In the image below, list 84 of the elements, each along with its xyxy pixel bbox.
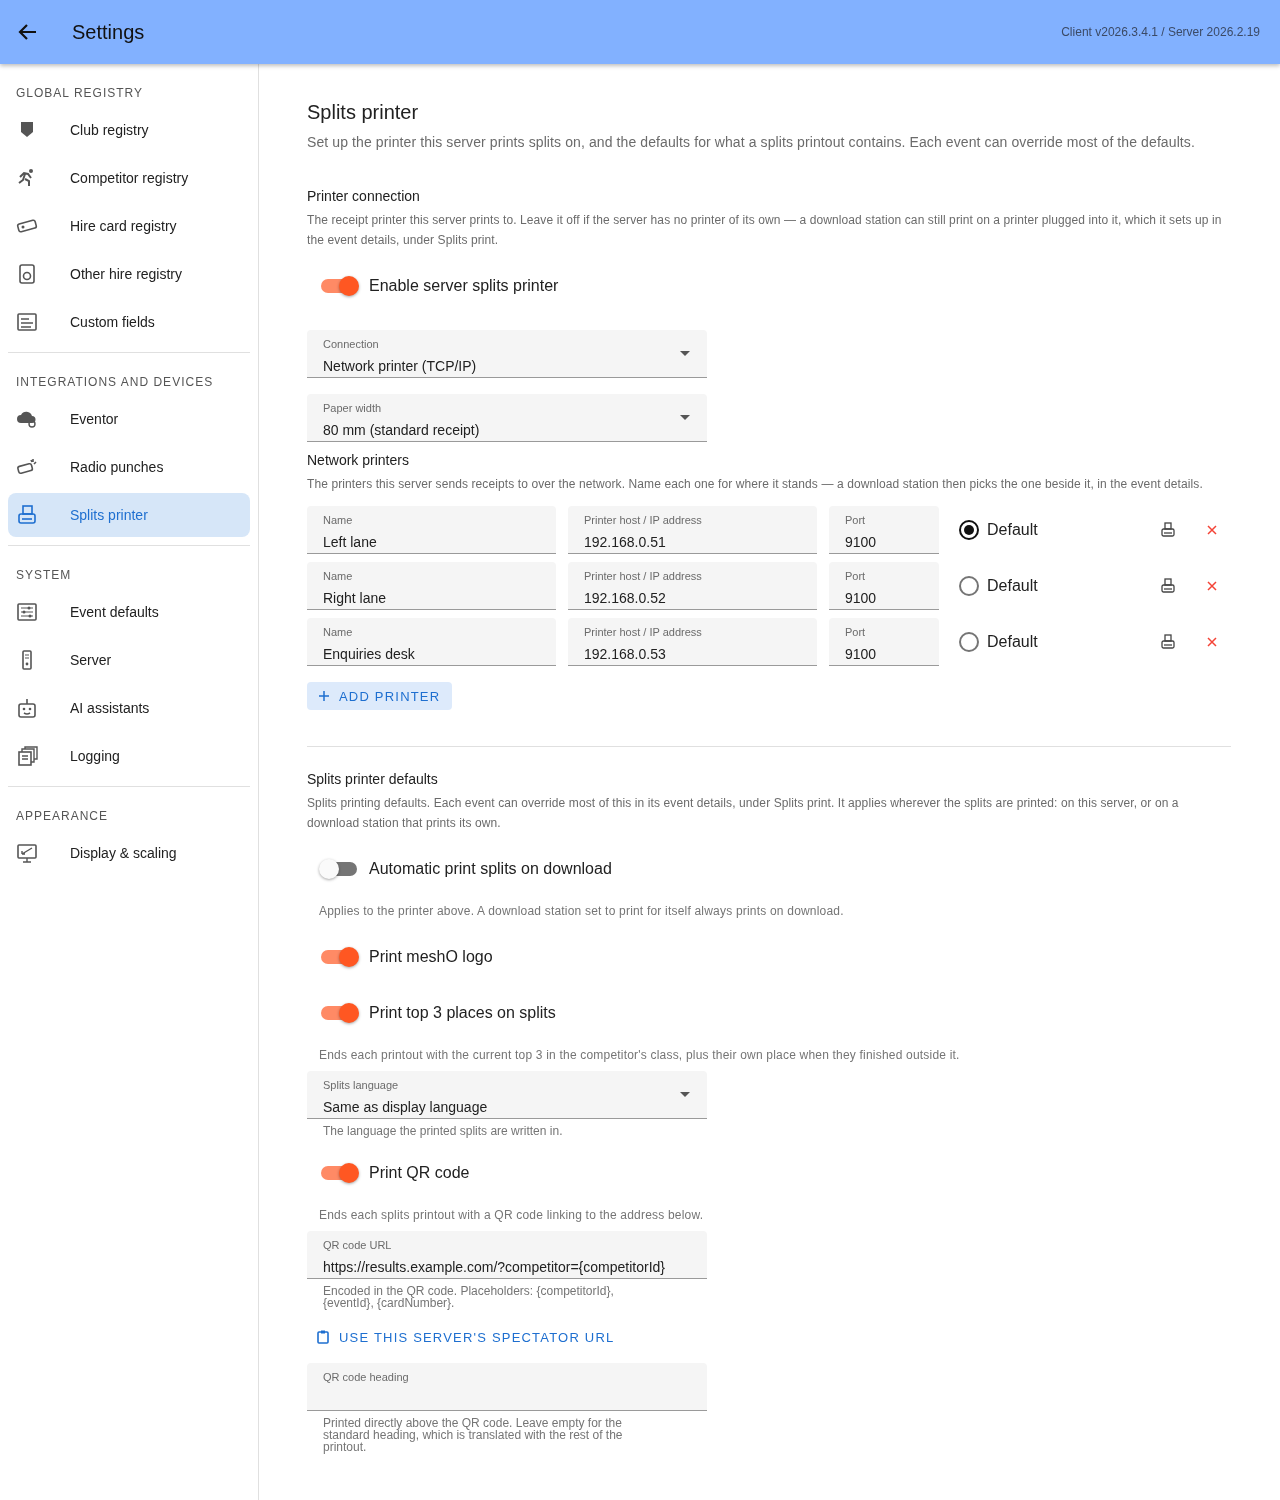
input-field[interactable]: Name Enquiries desk (307, 618, 556, 666)
input-field[interactable]: Port 9100 (829, 506, 939, 554)
section-heading: SYSTEM (15, 567, 73, 584)
helper-text: Encoded in the QR code. Placeholders: {competitorId}, {eventId}, {cardNumber}. (323, 1285, 615, 1309)
section-description: The receipt printer this server prints to. Leave it off if the server has no printer of its own — a download station can still print on a printer plugged into it, which it sets up in the event details, under Splits print. (307, 212, 1223, 249)
toggle-switch[interactable] (319, 945, 359, 969)
device-icon (16, 263, 38, 285)
radio-label: Default (987, 577, 1038, 595)
section-heading: INTEGRATIONS AND DEVICES (15, 374, 215, 391)
toggle-switch[interactable] (319, 1001, 359, 1025)
page-title: Settings (72, 20, 145, 44)
input-field[interactable]: Printer host / IP address 192.168.0.53 (568, 618, 817, 666)
sliders-icon (16, 601, 38, 623)
printer-icon[interactable] (1161, 522, 1175, 538)
toggle-switch[interactable] (319, 1161, 359, 1185)
toggle-label: Print QR code (369, 1164, 470, 1182)
hint-text: Ends each printout with the current top 3 in the competitor's class, plus their own place when they finished outside it. (319, 1047, 961, 1064)
input-field[interactable]: QR code URL https://results.example.com/?competitor={competitorId} (307, 1231, 707, 1279)
page-heading: Splits printer (307, 100, 420, 124)
select-field[interactable]: Splits language Same as display language (307, 1071, 707, 1119)
printer-icon (16, 504, 38, 526)
helper-text: The language the printed splits are written in. (323, 1125, 564, 1137)
sidebar-item[interactable]: Custom fields (8, 300, 250, 344)
toggle-label: Enable server splits printer (369, 277, 559, 295)
sidebar-item[interactable]: Display & scaling (8, 831, 250, 875)
form-icon (16, 311, 38, 333)
section-heading: Printer connection (307, 187, 421, 206)
radio-button[interactable] (959, 520, 979, 540)
back-arrow-icon[interactable] (18, 22, 38, 42)
caret-icon (680, 1092, 690, 1097)
section-heading: Network printers (307, 451, 410, 470)
hint-text: Applies to the printer above. A download station set to print for itself always prints on download. (319, 903, 845, 920)
toggle-label: Print top 3 places on splits (369, 1004, 556, 1022)
documents-icon (16, 745, 38, 767)
sidebar-item[interactable]: Other hire registry (8, 252, 250, 296)
caret-icon (680, 415, 690, 420)
radio-label: Default (987, 521, 1038, 539)
input-field[interactable]: Name Left lane (307, 506, 556, 554)
sidebar-item[interactable]: Hire card registry (8, 204, 250, 248)
toggle-label: Print meshO logo (369, 948, 493, 966)
delete-icon[interactable] (1207, 525, 1217, 535)
input-field[interactable]: Name Right lane (307, 562, 556, 610)
sidebar-item[interactable]: Server (8, 638, 250, 682)
monitor-icon (16, 842, 38, 864)
delete-icon[interactable] (1207, 637, 1217, 647)
sidebar-item[interactable]: Competitor registry (8, 156, 250, 200)
sidebar-item[interactable]: Logging (8, 734, 250, 778)
clipboard-icon (317, 1330, 329, 1344)
input-field[interactable]: Port 9100 (829, 562, 939, 610)
section-heading: APPEARANCE (15, 808, 110, 825)
toggle-label: Automatic print splits on download (369, 860, 612, 878)
select-field[interactable]: Paper width 80 mm (standard receipt) (307, 394, 707, 442)
caret-icon (680, 351, 690, 356)
page-description: Set up the printer this server prints splits on, and the defaults for what a splits printout contains. Each event can override most of the defaults. (307, 133, 1196, 152)
version-text: Client v2026.3.4.1 / Server 2026.2.19 (1061, 25, 1260, 39)
input-field[interactable]: Printer host / IP address 192.168.0.52 (568, 562, 817, 610)
sidebar-item[interactable]: Club registry (8, 108, 250, 152)
section-description: The printers this server sends receipts to over the network. Name each one for where it stands — a download station then picks the one beside it, in the event details. (307, 476, 1204, 493)
sidebar-item[interactable]: AI assistants (8, 686, 250, 730)
robot-icon (16, 697, 38, 719)
input-field[interactable]: Port 9100 (829, 618, 939, 666)
section-description: Splits printing defaults. Each event can override most of this in its event details, under Splits print. It applies wherever the splits are printed: on this server, or on a download station that prints its own. (307, 795, 1180, 832)
hint-text: Ends each splits printout with a QR code linking to the address below. (319, 1207, 705, 1224)
radio-button[interactable] (959, 576, 979, 596)
sidebar-item[interactable]: Radio punches (8, 445, 250, 489)
input-field[interactable]: QR code heading (307, 1363, 707, 1411)
helper-text: Printed directly above the QR code. Leave empty for the standard heading, which is translated with the rest of the printout. (323, 1417, 624, 1453)
toggle-switch[interactable] (319, 274, 359, 298)
section-heading: Splits printer defaults (307, 770, 439, 789)
add-printer-button[interactable]: ADD PRINTER (307, 682, 453, 710)
delete-icon[interactable] (1207, 581, 1217, 591)
printer-icon[interactable] (1161, 578, 1175, 594)
sidebar-item[interactable]: Splits printer (8, 493, 250, 537)
printer-icon[interactable] (1161, 634, 1175, 650)
input-field[interactable]: Printer host / IP address 192.168.0.51 (568, 506, 817, 554)
radio-button[interactable] (959, 632, 979, 652)
plus-icon (319, 691, 329, 701)
sidebar-item[interactable]: Eventor (8, 397, 250, 441)
sidebar-item[interactable]: Event defaults (8, 590, 250, 634)
spectator-url-button[interactable]: USE THIS SERVER'S SPECTATOR URL (307, 1323, 625, 1351)
toggle-switch[interactable] (319, 857, 359, 881)
section-heading: GLOBAL REGISTRY (15, 85, 145, 102)
radio-label: Default (987, 633, 1038, 651)
select-field[interactable]: Connection Network printer (TCP/IP) (307, 330, 707, 378)
